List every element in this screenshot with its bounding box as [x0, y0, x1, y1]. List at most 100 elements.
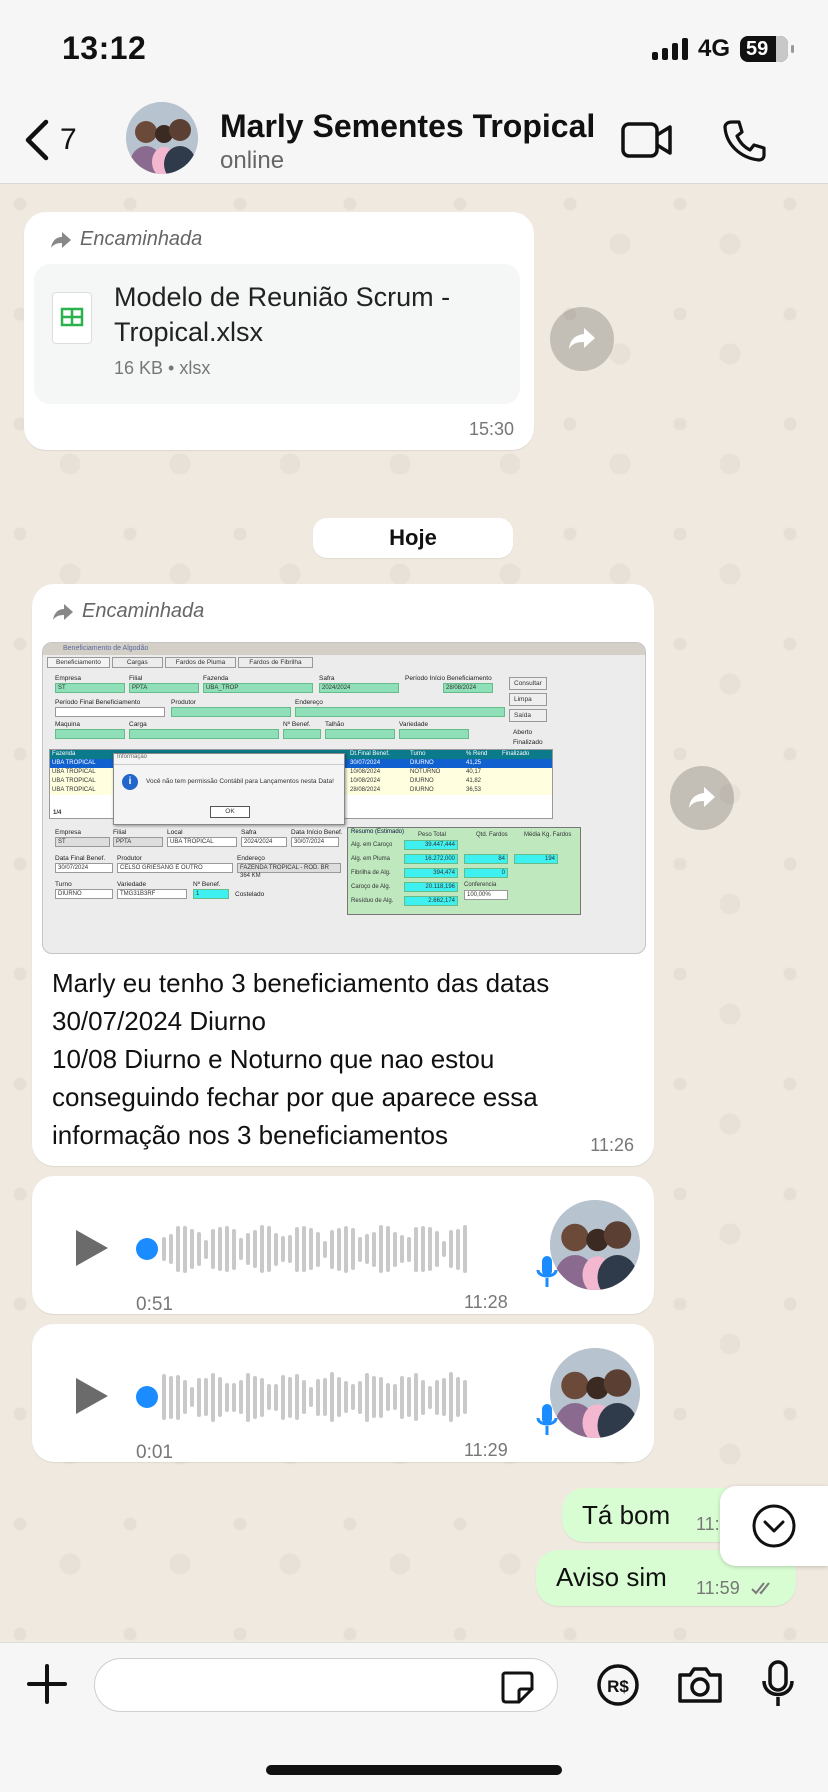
waveform-bar — [386, 1226, 390, 1272]
waveform-bar — [295, 1374, 299, 1420]
message-image[interactable]: Encaminhada Beneficiamento de Algodão Be… — [32, 584, 654, 1166]
mic-icon — [536, 1402, 558, 1443]
playback-scrubber[interactable] — [136, 1386, 158, 1408]
attach-button[interactable] — [26, 1663, 68, 1710]
waveform-bar — [183, 1380, 187, 1414]
waveform-bar — [211, 1372, 215, 1422]
waveform-bar — [183, 1225, 187, 1273]
back-chevron-icon — [25, 119, 49, 161]
document-attachment[interactable]: Modelo de Reunião Scrum - Tropical.xlsx … — [34, 264, 520, 404]
waveform-bar — [232, 1382, 236, 1412]
waveform-bar — [337, 1227, 341, 1271]
attached-screenshot[interactable]: Beneficiamento de Algodão Beneficiamento… — [42, 642, 646, 954]
waveform-bar — [428, 1227, 432, 1271]
play-button[interactable] — [72, 1374, 112, 1423]
waveform-bar — [435, 1231, 439, 1267]
contact-name: Marly Sementes Tropical — [220, 108, 596, 144]
waveform-bar — [407, 1236, 411, 1262]
waveform-bar — [267, 1384, 271, 1410]
forward-arrow-icon — [569, 328, 595, 349]
voice-call-button[interactable] — [722, 118, 766, 167]
back-button[interactable]: 7 — [22, 118, 77, 162]
payment-icon: R$ — [597, 1664, 639, 1706]
audio-waveform[interactable] — [162, 1370, 467, 1424]
waveform-bar — [281, 1236, 285, 1262]
message-input[interactable] — [94, 1658, 558, 1712]
waveform-bar — [400, 1235, 404, 1263]
signal-icon — [652, 38, 688, 60]
waveform-bar — [330, 1229, 334, 1269]
waveform-bar — [281, 1374, 285, 1420]
window-title: Beneficiamento de Algodão — [43, 643, 645, 655]
waveform-bar — [204, 1378, 208, 1416]
camera-button[interactable] — [676, 1663, 724, 1712]
video-call-button[interactable] — [620, 118, 674, 167]
waveform-bar — [442, 1378, 446, 1416]
forward-arrow-icon — [51, 231, 71, 248]
waveform-bar — [400, 1375, 404, 1419]
waveform-bar — [463, 1225, 467, 1273]
contact-status: online — [220, 147, 285, 174]
screenshot-resumo: Resumo (Estimado) Peso Total Qtd. Fardos… — [347, 827, 581, 915]
chat-header: 7 Marly Sementes Tropical online — [0, 100, 828, 184]
waveform-bar — [218, 1377, 222, 1417]
waveform-bar — [260, 1377, 264, 1417]
audio-waveform[interactable] — [162, 1222, 467, 1276]
waveform-bar — [358, 1236, 362, 1262]
payment-button[interactable]: R$ — [596, 1663, 640, 1712]
waveform-bar — [267, 1226, 271, 1272]
waveform-bar — [449, 1372, 453, 1422]
waveform-bar — [253, 1375, 257, 1419]
waveform-bar — [260, 1225, 264, 1273]
video-call-icon — [621, 122, 672, 158]
waveform-bar — [204, 1239, 208, 1259]
sticker-button[interactable] — [499, 1669, 535, 1710]
playback-scrubber[interactable] — [136, 1238, 158, 1260]
waveform-bar — [372, 1231, 376, 1267]
home-indicator — [266, 1765, 562, 1775]
clock: 13:12 — [62, 30, 147, 66]
waveform-bar — [190, 1387, 194, 1407]
screenshot-dialog: Informação i Você não tem permissão Cont… — [113, 753, 345, 825]
waveform-bar — [393, 1231, 397, 1267]
waveform-bar — [232, 1228, 236, 1270]
waveform-bar — [323, 1378, 327, 1416]
waveform-bar — [456, 1228, 460, 1270]
waveform-bar — [407, 1377, 411, 1417]
contact-info[interactable]: Marly Sementes Tropical online — [220, 108, 595, 175]
waveform-bar — [246, 1233, 250, 1265]
message-voice-note[interactable]: 0:51 11:28 — [32, 1176, 654, 1315]
message-text: Tá bom — [582, 1500, 671, 1530]
message-composer-bar: R$ — [0, 1642, 828, 1792]
waveform-bar — [211, 1229, 215, 1269]
forwarded-label: Encaminhada — [52, 600, 204, 623]
waveform-bar — [197, 1377, 201, 1417]
waveform-bar — [421, 1379, 425, 1415]
waveform-bar — [428, 1385, 432, 1409]
play-button[interactable] — [72, 1226, 112, 1275]
waveform-bar — [302, 1226, 306, 1272]
waveform-bar — [351, 1384, 355, 1410]
waveform-bar — [288, 1235, 292, 1263]
forward-button[interactable] — [550, 307, 614, 371]
forward-arrow-icon — [53, 603, 73, 620]
waveform-bar — [253, 1230, 257, 1268]
play-icon — [76, 1378, 108, 1414]
waveform-bar — [449, 1230, 453, 1268]
scroll-to-bottom-button[interactable] — [720, 1486, 828, 1566]
message-document[interactable]: Encaminhada Modelo de Reunião Scrum - Tr… — [24, 212, 534, 450]
message-voice-note[interactable]: 0:01 11:29 — [32, 1324, 654, 1463]
voice-record-button[interactable] — [760, 1659, 796, 1714]
contact-avatar[interactable] — [126, 102, 198, 174]
waveform-bar — [169, 1375, 173, 1419]
waveform-bar — [379, 1376, 383, 1418]
waveform-bar — [309, 1387, 313, 1407]
waveform-bar — [372, 1376, 376, 1418]
waveform-bar — [176, 1374, 180, 1420]
waveform-bar — [190, 1229, 194, 1269]
waveform-bar — [323, 1240, 327, 1258]
forward-button[interactable] — [670, 766, 734, 830]
waveform-bar — [316, 1378, 320, 1416]
waveform-bar — [365, 1372, 369, 1422]
waveform-bar — [351, 1228, 355, 1270]
